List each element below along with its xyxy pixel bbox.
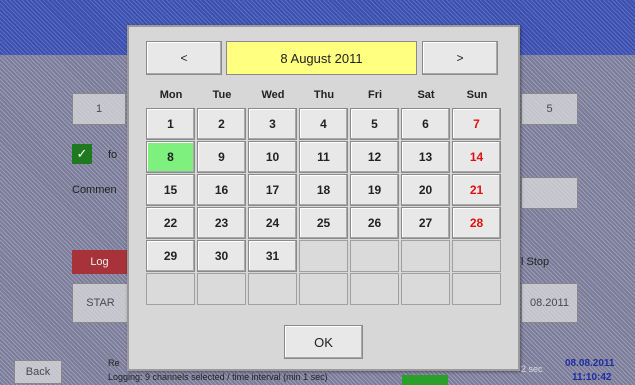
empty-day-cell [146, 273, 195, 305]
status-line-2: Logging: 9 channels selected / time inte… [108, 372, 328, 382]
day-25-button[interactable]: 25 [299, 207, 348, 239]
day-23-button[interactable]: 23 [197, 207, 246, 239]
day-31-button[interactable]: 31 [248, 240, 297, 272]
empty-day-cell [197, 273, 246, 305]
prev-month-button[interactable]: < [146, 41, 222, 75]
day-24-button[interactable]: 24 [248, 207, 297, 239]
weekday-label-sun: Sun [466, 89, 488, 101]
weekday-label-sat: Sat [417, 89, 435, 101]
day-3-button[interactable]: 3 [248, 108, 297, 140]
status-line-1: Re [108, 358, 120, 368]
empty-day-cell [401, 273, 450, 305]
weekday-label-wed: Wed [261, 89, 285, 101]
background-tab-5[interactable]: 5 [521, 93, 578, 125]
day-9-button[interactable]: 9 [197, 141, 246, 173]
day-2-button[interactable]: 2 [197, 108, 246, 140]
day-30-button[interactable]: 30 [197, 240, 246, 272]
status-indicator [402, 375, 448, 385]
day-15-button[interactable]: 15 [146, 174, 195, 206]
empty-day-cell [401, 240, 450, 272]
empty-day-cell [452, 273, 501, 305]
day-26-button[interactable]: 26 [350, 207, 399, 239]
checkbox-icon[interactable]: ✓ [72, 144, 92, 164]
comment-field[interactable] [521, 177, 578, 209]
ok-button[interactable]: OK [284, 325, 363, 359]
day-1-button[interactable]: 1 [146, 108, 195, 140]
log-button[interactable]: Log [72, 250, 127, 274]
day-18-button[interactable]: 18 [299, 174, 348, 206]
weekday-label-fri: Fri [367, 89, 383, 101]
day-12-button[interactable]: 12 [350, 141, 399, 173]
month-title: 8 August 2011 [226, 41, 417, 75]
start-field[interactable]: STAR [72, 283, 129, 323]
stop-date-field[interactable]: 08.2011 [521, 283, 578, 323]
empty-day-cell [299, 273, 348, 305]
weekday-label-tue: Tue [212, 89, 232, 101]
empty-day-cell [452, 240, 501, 272]
stop-label: l Stop [521, 256, 550, 268]
empty-day-cell [350, 240, 399, 272]
day-8-button[interactable]: 8 [146, 141, 195, 173]
weekday-label-mon: Mon [159, 89, 183, 101]
day-5-button[interactable]: 5 [350, 108, 399, 140]
back-button[interactable]: Back [14, 360, 62, 384]
day-29-button[interactable]: 29 [146, 240, 195, 272]
day-19-button[interactable]: 19 [350, 174, 399, 206]
day-28-button[interactable]: 28 [452, 207, 501, 239]
next-month-button[interactable]: > [422, 41, 498, 75]
calendar-dialog: < 8 August 2011 > Mon Tue Wed Thu Fri Sat Sun … [127, 25, 520, 371]
day-14-button[interactable]: 14 [452, 141, 501, 173]
day-7-button[interactable]: 7 [452, 108, 501, 140]
status-time: 11:10:42 [572, 372, 612, 383]
day-16-button[interactable]: 16 [197, 174, 246, 206]
weekday-label-thu: Thu [313, 89, 335, 101]
empty-day-cell [248, 273, 297, 305]
empty-day-cell [350, 273, 399, 305]
checkbox-label: fo [108, 149, 118, 161]
day-20-button[interactable]: 20 [401, 174, 450, 206]
day-4-button[interactable]: 4 [299, 108, 348, 140]
day-11-button[interactable]: 11 [299, 141, 348, 173]
day-27-button[interactable]: 27 [401, 207, 450, 239]
comment-label: Commen [72, 184, 117, 196]
status-date: 08.08.2011 [565, 358, 615, 369]
status-sec: 2 sec [521, 364, 543, 374]
day-10-button[interactable]: 10 [248, 141, 297, 173]
day-6-button[interactable]: 6 [401, 108, 450, 140]
day-13-button[interactable]: 13 [401, 141, 450, 173]
day-22-button[interactable]: 22 [146, 207, 195, 239]
day-17-button[interactable]: 17 [248, 174, 297, 206]
day-21-button[interactable]: 21 [452, 174, 501, 206]
empty-day-cell [299, 240, 348, 272]
background-tab-1[interactable]: 1 [72, 93, 126, 125]
